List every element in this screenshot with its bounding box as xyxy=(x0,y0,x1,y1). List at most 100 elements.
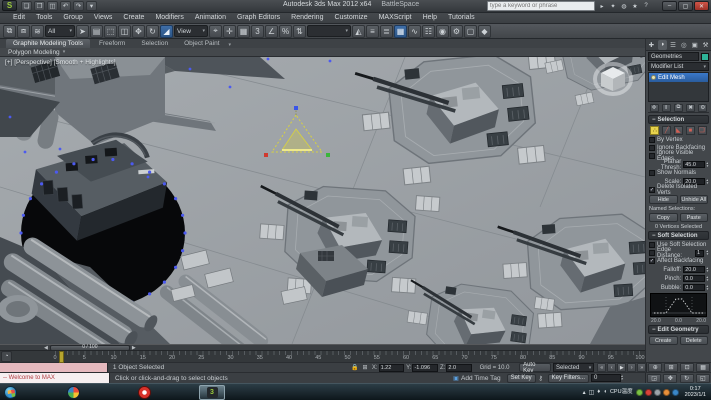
utilities-tab-icon[interactable]: ⚒ xyxy=(701,40,710,50)
delete-button[interactable]: Delete xyxy=(680,336,709,345)
show-end-result-icon[interactable]: ‖ xyxy=(662,104,671,112)
ribbon-panel-row[interactable]: Polygon Modeling ▾ xyxy=(0,48,645,57)
go-to-end-icon[interactable]: » xyxy=(637,363,646,372)
add-time-tag[interactable]: Add Time Tag xyxy=(461,375,501,382)
field-of-view-icon[interactable]: ◲ xyxy=(647,374,661,383)
zoom-all-icon[interactable]: ⊞ xyxy=(664,363,678,372)
configure-modifier-sets-icon[interactable]: ⚙ xyxy=(698,104,707,112)
favorites-icon[interactable]: ★ xyxy=(630,1,640,11)
menu-edit[interactable]: Edit xyxy=(8,14,30,21)
soft-selection-rollout-header[interactable]: −Soft Selection xyxy=(648,231,709,240)
bubble-spinner[interactable]: Bubble:0.0▴▾ xyxy=(646,283,711,292)
ribbon-tab-freeform[interactable]: Freeform xyxy=(92,39,132,48)
stack-item-edit-mesh[interactable]: Edit Mesh xyxy=(649,73,708,82)
named-selection-sets-dropdown[interactable]: ▾ xyxy=(307,25,351,37)
pan-view-icon[interactable]: ✥ xyxy=(663,374,677,383)
menu-views[interactable]: Views xyxy=(89,14,118,21)
remove-modifier-icon[interactable]: ✖ xyxy=(686,104,695,112)
menu-modifiers[interactable]: Modifiers xyxy=(150,14,188,21)
object-name-field[interactable]: Geometries xyxy=(648,52,699,61)
keyboard-shortcut-override-icon[interactable]: ▦ xyxy=(237,25,250,38)
mirror-icon[interactable]: ◭ xyxy=(352,25,365,38)
modifier-stack[interactable]: Edit Mesh xyxy=(648,72,709,102)
maximize-viewport-toggle-icon[interactable]: ◱ xyxy=(696,374,710,383)
tray-gray-icon[interactable] xyxy=(654,389,661,396)
selection-set-dropdown[interactable]: Selected▾ xyxy=(553,363,594,372)
menu-group[interactable]: Group xyxy=(58,14,87,21)
motion-tab-icon[interactable]: ◎ xyxy=(679,40,688,50)
undo-icon[interactable]: ↶ xyxy=(60,1,71,11)
minimize-button[interactable]: – xyxy=(662,1,677,11)
reference-coordinate-system-dropdown[interactable]: View▾ xyxy=(174,25,208,37)
modifier-list-dropdown[interactable]: Modifier List▾ xyxy=(648,62,709,71)
stack-visibility-bulb-icon[interactable] xyxy=(651,75,656,80)
go-to-start-icon[interactable]: « xyxy=(597,363,606,372)
y-coordinate-field[interactable]: -1.096 xyxy=(412,364,438,372)
previous-frame-icon[interactable]: ‹ xyxy=(607,363,616,372)
angle-snap-icon[interactable]: ∠ xyxy=(265,25,278,38)
auto-key-button[interactable]: Auto Key xyxy=(519,363,551,372)
tray-blue-icon[interactable] xyxy=(672,389,679,396)
element-icon[interactable]: ❑ xyxy=(698,126,707,135)
maximize-button[interactable]: ▢ xyxy=(678,1,693,11)
ribbon-tab-object-paint[interactable]: Object Paint xyxy=(177,39,226,48)
layer-manager-icon[interactable]: ≣ xyxy=(380,25,393,38)
current-frame-marker[interactable] xyxy=(59,351,64,363)
pinch-spinner[interactable]: Pinch:0.0▴▾ xyxy=(646,274,711,283)
track-bar[interactable]: ◔ 05101520253035404550556065707580859095… xyxy=(0,350,645,362)
window-crossing-icon[interactable]: ◫ xyxy=(118,25,131,38)
menu-tools[interactable]: Tools xyxy=(31,14,57,21)
percent-snap-icon[interactable]: % xyxy=(279,25,292,38)
face-icon[interactable]: ◣ xyxy=(674,126,683,135)
close-button[interactable]: ✕ xyxy=(694,1,709,11)
delete-isolated-verts-checkbox[interactable]: ✓Delete Isolated Verts xyxy=(646,186,711,194)
render-setup-icon[interactable]: ⚙ xyxy=(450,25,463,38)
viewport-scene[interactable] xyxy=(0,57,645,344)
ribbon-tab-graphite-modeling-tools[interactable]: Graphite Modeling Tools xyxy=(6,39,90,48)
select-by-name-icon[interactable]: ▤ xyxy=(90,25,103,38)
menu-tutorials[interactable]: Tutorials xyxy=(443,14,480,21)
select-and-move-icon[interactable]: ✥ xyxy=(132,25,145,38)
select-and-rotate-icon[interactable]: ↻ xyxy=(146,25,159,38)
selection-lock-icon[interactable]: 🔒 xyxy=(350,363,360,372)
application-menu-button[interactable]: S xyxy=(2,0,17,11)
make-unique-icon[interactable]: ⧉ xyxy=(674,104,683,112)
maxscript-macro-recorder[interactable] xyxy=(0,363,108,372)
redo-icon[interactable]: ↷ xyxy=(73,1,84,11)
object-color-swatch[interactable] xyxy=(701,53,709,61)
vertex-icon[interactable]: ∴ xyxy=(650,126,659,135)
paste-named-selection-button[interactable]: Paste xyxy=(680,213,709,222)
unhide-all-button[interactable]: Unhide All xyxy=(680,195,709,204)
pin-stack-icon[interactable]: ✜ xyxy=(650,104,659,112)
create-button[interactable]: Create xyxy=(649,336,678,345)
zoom-extents-all-icon[interactable]: ▦ xyxy=(696,363,710,372)
menu-help[interactable]: Help xyxy=(418,14,442,21)
communication-center-icon[interactable]: ◍ xyxy=(619,1,629,11)
menu-customize[interactable]: Customize xyxy=(329,14,372,21)
selection-filter-dropdown[interactable]: All▾ xyxy=(45,25,75,37)
copy-named-selection-button[interactable]: Copy xyxy=(649,213,678,222)
viewport-label[interactable]: [+] [Perspective] [Smooth + Highlights] xyxy=(5,59,116,66)
falloff-spinner[interactable]: Falloff:20.0▴▾ xyxy=(646,265,711,274)
key-filters-button[interactable]: Key Filters... xyxy=(548,374,589,383)
hierarchy-tab-icon[interactable]: ☰ xyxy=(669,40,678,50)
unlink-selection-icon[interactable]: ⧈ xyxy=(17,25,30,38)
orbit-icon[interactable]: ↻ xyxy=(680,374,694,383)
current-frame-field[interactable]: 0 xyxy=(591,374,621,382)
show-hidden-icons-icon[interactable]: ▴ xyxy=(583,389,586,396)
help-icon[interactable]: ? xyxy=(641,1,651,11)
taskbar-app-red-icon[interactable] xyxy=(138,386,151,399)
perspective-viewport[interactable]: [+] [Perspective] [Smooth + Highlights] xyxy=(0,57,645,344)
rectangular-selection-region-icon[interactable]: ⬚ xyxy=(104,25,117,38)
select-and-scale-icon[interactable]: ◢ xyxy=(160,25,173,38)
bind-to-space-warp-icon[interactable]: ≋ xyxy=(31,25,44,38)
modify-tab-icon[interactable]: ◑ xyxy=(658,40,667,50)
taskbar-clock[interactable]: 0:17 2023/1/1 xyxy=(685,386,706,399)
zoom-extents-icon[interactable]: ⊡ xyxy=(680,363,694,372)
start-button[interactable] xyxy=(4,386,17,399)
menu-rendering[interactable]: Rendering xyxy=(286,14,328,21)
taskbar-app-3dsmax-active[interactable]: 3 xyxy=(199,385,225,400)
taskbar-app-browser-icon[interactable] xyxy=(67,386,80,399)
search-input[interactable] xyxy=(487,1,595,11)
cpu-temp-tray-label[interactable]: CPU温度 xyxy=(610,389,633,395)
